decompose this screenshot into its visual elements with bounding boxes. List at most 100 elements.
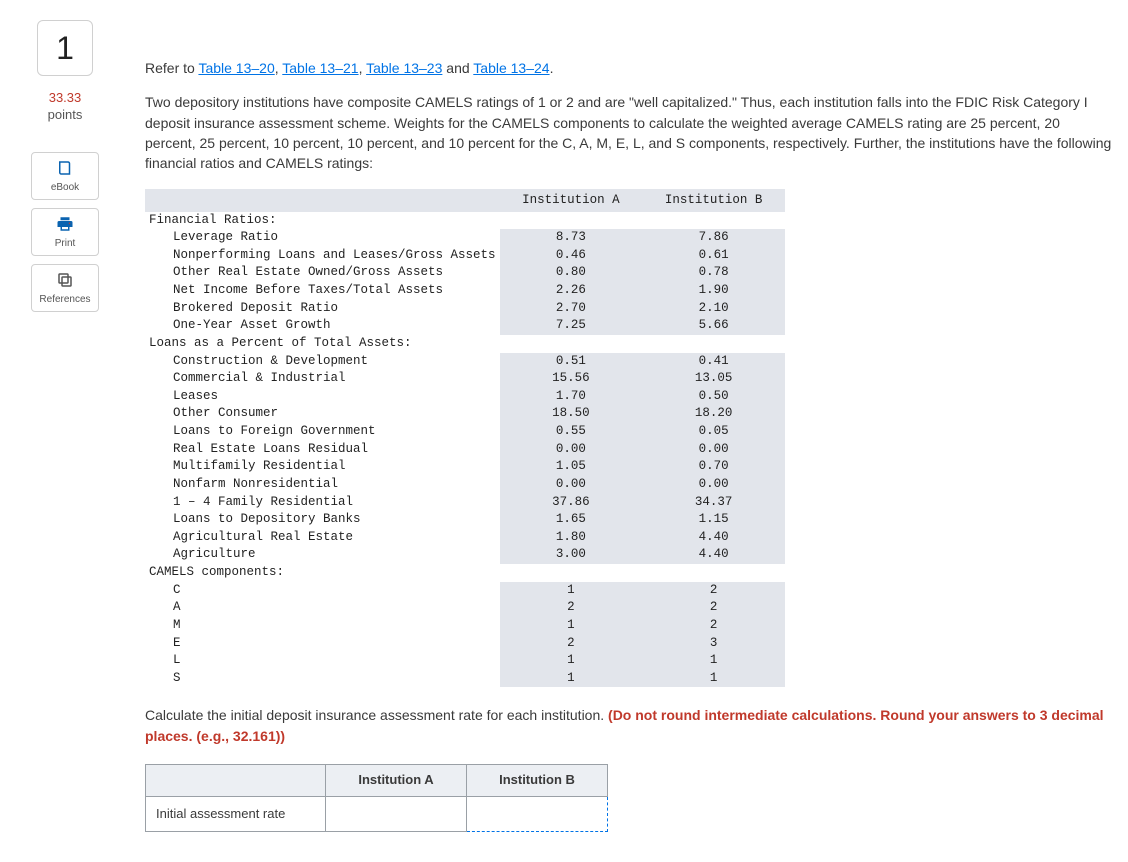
table-value-b: 0.00 [642,441,785,459]
table-value-a: 2.26 [500,282,643,300]
table-value-a: 0.51 [500,353,643,371]
answer-cell-b [467,796,608,831]
table-value-a: 2 [500,599,643,617]
refer-suffix: . [550,60,554,76]
table-row-label: Other Real Estate Owned/Gross Assets [145,264,500,282]
printer-icon [56,215,74,236]
table-value-a: 0.00 [500,441,643,459]
table-value-a: 1 [500,670,643,688]
table-row-label: Real Estate Loans Residual [145,441,500,459]
references-button[interactable]: References [31,264,99,312]
table-row-label: Agriculture [145,546,500,564]
table-value-a: 2.70 [500,300,643,318]
table-value-a: 2 [500,635,643,653]
refer-prefix: Refer to [145,60,198,76]
table-row-label: Construction & Development [145,353,500,371]
table-value-a: 0.46 [500,247,643,265]
table-row-label: Multifamily Residential [145,458,500,476]
table-value-a: 18.50 [500,405,643,423]
table-value-a: 8.73 [500,229,643,247]
print-button[interactable]: Print [31,208,99,256]
table-value-b: 1 [642,652,785,670]
financial-data-table: Institution A Institution B Financial Ra… [145,189,785,687]
table-row-label: 1 – 4 Family Residential [145,494,500,512]
answer-col-b: Institution B [467,765,608,797]
table-value-a: 1.80 [500,529,643,547]
table-value-b: 7.86 [642,229,785,247]
table-row-label: M [145,617,500,635]
table-value-a: 1 [500,652,643,670]
intro-paragraph: Two depository institutions have composi… [145,92,1113,173]
table-value-a: 0.55 [500,423,643,441]
table-value-a: 1 [500,617,643,635]
table-value-b: 2 [642,617,785,635]
table-row-label: S [145,670,500,688]
table-row-label: E [145,635,500,653]
table-value-b: 0.61 [642,247,785,265]
table-value-b: 2 [642,599,785,617]
question-number-box: 1 [37,20,93,76]
answer-blank-header [146,765,326,797]
section-header: Loans as a Percent of Total Assets: [145,335,500,353]
table-row-label: C [145,582,500,600]
table-value-b: 13.05 [642,370,785,388]
print-label: Print [55,238,76,249]
points-block: 33.33 points [48,90,83,124]
table-link-4[interactable]: Table 13–24 [473,60,549,76]
table-value-b: 0.50 [642,388,785,406]
table-row-label: L [145,652,500,670]
answer-input-a[interactable] [336,803,456,825]
table-row-label: One-Year Asset Growth [145,317,500,335]
table-value-b: 0.78 [642,264,785,282]
table-row-label: A [145,599,500,617]
table-value-a: 37.86 [500,494,643,512]
table-value-b: 0.00 [642,476,785,494]
copy-icon [56,271,74,292]
table-value-b: 4.40 [642,529,785,547]
table-row-label: Loans to Foreign Government [145,423,500,441]
table-value-a: 0.00 [500,476,643,494]
question-number: 1 [56,30,74,67]
table-row-label: Brokered Deposit Ratio [145,300,500,318]
table-value-a: 1.05 [500,458,643,476]
table-value-b: 1.15 [642,511,785,529]
prompt-text: Calculate the initial deposit insurance … [145,707,608,723]
table-value-b: 3 [642,635,785,653]
table-value-b: 0.70 [642,458,785,476]
refer-line: Refer to Table 13–20, Table 13–21, Table… [145,58,1113,78]
table-value-b: 0.05 [642,423,785,441]
calc-prompt: Calculate the initial deposit insurance … [145,705,1113,746]
table-value-b: 34.37 [642,494,785,512]
table-row-label: Nonperforming Loans and Leases/Gross Ass… [145,247,500,265]
answer-cell-a [326,796,467,831]
table-row-label: Loans to Depository Banks [145,511,500,529]
answer-table: Institution A Institution B Initial asse… [145,764,608,832]
table-value-a: 3.00 [500,546,643,564]
table-row-label: Other Consumer [145,405,500,423]
table-link-2[interactable]: Table 13–21 [282,60,358,76]
table-row-label: Net Income Before Taxes/Total Assets [145,282,500,300]
table-link-3[interactable]: Table 13–23 [366,60,442,76]
points-value: 33.33 [49,90,82,105]
ebook-button[interactable]: eBook [31,152,99,200]
table-value-a: 0.80 [500,264,643,282]
table-value-b: 18.20 [642,405,785,423]
table-row-label: Leases [145,388,500,406]
table-value-b: 0.41 [642,353,785,371]
ebook-label: eBook [51,182,79,193]
book-icon [56,159,74,180]
table-row-label: Commercial & Industrial [145,370,500,388]
answer-row-label: Initial assessment rate [146,796,326,831]
table-value-b: 2.10 [642,300,785,318]
answer-input-b[interactable] [477,803,597,825]
section-header: Financial Ratios: [145,212,500,230]
table-value-a: 7.25 [500,317,643,335]
section-header: CAMELS components: [145,564,500,582]
table-value-b: 2 [642,582,785,600]
col-b-header: Institution B [642,189,785,211]
col-a-header: Institution A [500,189,643,211]
table-value-a: 15.56 [500,370,643,388]
points-label: points [48,107,83,122]
table-link-1[interactable]: Table 13–20 [198,60,274,76]
table-value-b: 5.66 [642,317,785,335]
